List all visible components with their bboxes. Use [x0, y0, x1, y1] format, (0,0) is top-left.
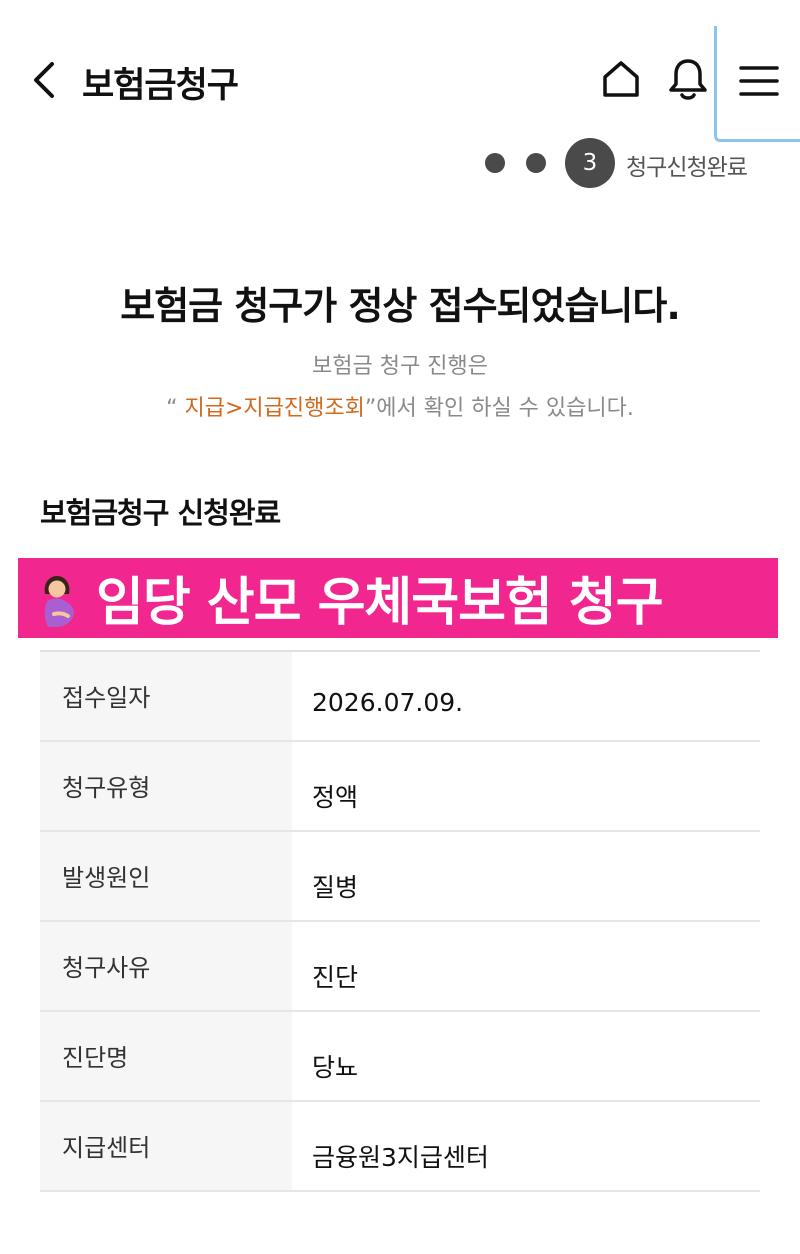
- step-dot-1: [485, 153, 505, 173]
- table-row: 지급센터 금융원3지급센터: [40, 1102, 760, 1192]
- row-value: 당뇨: [312, 1053, 359, 1082]
- page-title: 보험금청구: [82, 66, 239, 106]
- table-row: 발생원인 질병: [40, 832, 760, 922]
- table-row: 청구사유 진단: [40, 922, 760, 1012]
- row-value: 진단: [312, 963, 359, 992]
- home-button[interactable]: [600, 58, 642, 100]
- row-value: 2026.07.09.: [312, 688, 464, 717]
- step-current-label: 청구신청완료: [626, 155, 748, 181]
- home-icon: [603, 61, 639, 97]
- bell-icon: [669, 59, 707, 100]
- menu-button[interactable]: [714, 26, 800, 142]
- payment-status-link[interactable]: 지급>지급진행조회: [185, 396, 365, 421]
- back-button[interactable]: [28, 58, 64, 102]
- quote-open: “: [166, 396, 185, 421]
- row-label: 진단명: [40, 1012, 292, 1100]
- banner-text: 임당 산모 우체국보험 청구: [96, 573, 664, 633]
- top-header: 보험금청구: [0, 0, 800, 150]
- step-indicator: 3 청구신청완료: [0, 135, 800, 189]
- pregnant-woman-icon: [44, 576, 74, 627]
- table-row: 청구유형 정액: [40, 742, 760, 832]
- menu-icon: [739, 66, 779, 96]
- overlay-banner: 임당 산모 우체국보험 청구: [18, 558, 778, 638]
- section-title: 보험금청구 신청완료: [40, 496, 281, 530]
- table-row: 진단명 당뇨: [40, 1012, 760, 1102]
- chevron-left-icon: [34, 62, 54, 98]
- step-current-number: 3: [565, 138, 615, 188]
- step-dot-2: [526, 153, 546, 173]
- completion-title: 보험금 청구가 정상 접수되었습니다.: [120, 284, 681, 328]
- row-label: 접수일자: [40, 652, 292, 740]
- notification-button[interactable]: [666, 56, 710, 102]
- completion-subtitle-line2: “ 지급>지급진행조회”에서 확인 하실 수 있습니다.: [0, 390, 800, 422]
- completion-subtitle-line1: 보험금 청구 진행은: [312, 354, 488, 379]
- row-value: 정액: [312, 783, 359, 812]
- claim-details-table: 접수일자 2026.07.09. 청구유형 정액 발생원인 질병 청구사유 진단…: [40, 650, 760, 1192]
- row-label: 청구사유: [40, 922, 292, 1010]
- row-label: 청구유형: [40, 742, 292, 830]
- row-label: 발생원인: [40, 832, 292, 920]
- table-row: 접수일자 2026.07.09.: [40, 652, 760, 742]
- row-value: 금융원3지급센터: [312, 1143, 489, 1172]
- row-label: 지급센터: [40, 1102, 292, 1190]
- row-value: 질병: [312, 873, 359, 902]
- subtitle-rest: ”에서 확인 하실 수 있습니다.: [364, 396, 634, 421]
